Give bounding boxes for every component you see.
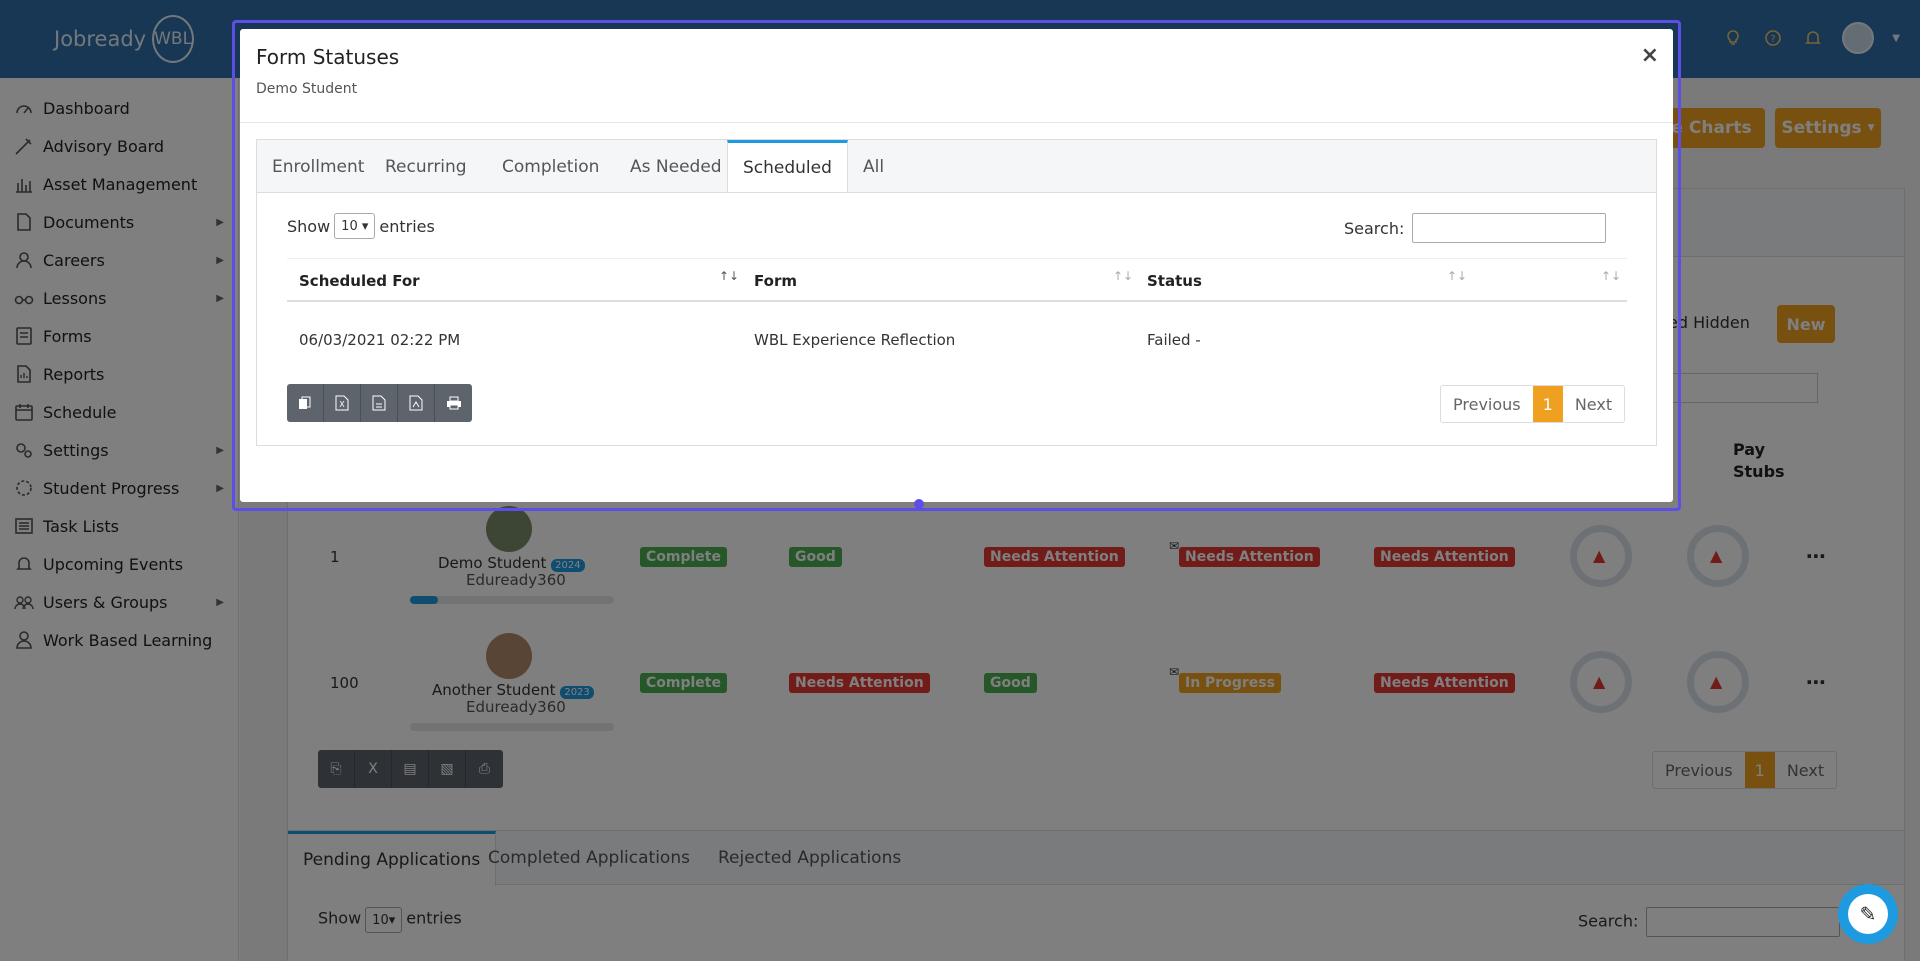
entries-control: Show 10 ▾ entries bbox=[287, 213, 435, 239]
col-status[interactable]: Status bbox=[1147, 259, 1202, 303]
sort-icon[interactable]: ↑↓ bbox=[1601, 269, 1621, 283]
entries-select[interactable]: 10 ▾ bbox=[334, 213, 376, 239]
excel-icon[interactable]: X bbox=[324, 384, 361, 422]
tab-as-needed[interactable]: As Needed bbox=[615, 140, 737, 193]
modal-tabs: Enrollment Recurring Completion As Neede… bbox=[256, 139, 1657, 194]
search-label: Search: bbox=[1344, 218, 1405, 238]
chat-icon: ✎ bbox=[1848, 894, 1888, 934]
svg-text:X: X bbox=[339, 400, 345, 409]
tab-scheduled[interactable]: Scheduled bbox=[727, 140, 848, 194]
sort-icon[interactable]: ↑↓ bbox=[1113, 269, 1133, 283]
page-1-button[interactable]: 1 bbox=[1532, 386, 1563, 422]
close-icon[interactable]: × bbox=[1641, 43, 1659, 68]
col-scheduled-for[interactable]: Scheduled For bbox=[299, 259, 420, 303]
entries-label: entries bbox=[379, 216, 435, 236]
sort-icon[interactable]: ↑↓ bbox=[1447, 269, 1467, 283]
cell-scheduled-for: 06/03/2021 02:22 PM bbox=[299, 331, 461, 349]
export-buttons: X bbox=[287, 384, 472, 422]
previous-button[interactable]: Previous bbox=[1441, 386, 1533, 422]
col-form[interactable]: Form bbox=[754, 259, 797, 303]
copy-icon[interactable] bbox=[287, 384, 324, 422]
resize-handle[interactable] bbox=[914, 499, 924, 509]
tab-completion[interactable]: Completion bbox=[487, 140, 614, 193]
cell-status: Failed - bbox=[1147, 331, 1201, 349]
search-input[interactable] bbox=[1412, 213, 1607, 243]
table-header: Scheduled For ↑↓ Form ↑↓ Status ↑↓ ↑↓ bbox=[287, 258, 1627, 302]
entries-select-value: 10 bbox=[341, 218, 358, 234]
scheduled-panel: Show 10 ▾ entries Search: Scheduled For … bbox=[256, 192, 1657, 446]
form-statuses-modal: Form Statuses Demo Student × Enrollment … bbox=[240, 29, 1673, 502]
tab-all[interactable]: All bbox=[848, 140, 899, 193]
cell-form: WBL Experience Reflection bbox=[754, 331, 956, 349]
print-icon[interactable] bbox=[435, 384, 472, 422]
csv-icon[interactable] bbox=[361, 384, 398, 422]
tab-enrollment[interactable]: Enrollment bbox=[257, 140, 379, 193]
show-label: Show bbox=[287, 216, 331, 236]
modal-title: Form Statuses bbox=[256, 45, 400, 69]
pagination: Previous 1 Next bbox=[1440, 385, 1626, 423]
search-control: Search: bbox=[1344, 213, 1607, 243]
next-button[interactable]: Next bbox=[1563, 386, 1624, 422]
modal-subtitle: Demo Student bbox=[256, 81, 358, 97]
chat-launcher-button[interactable]: ✎ bbox=[1838, 884, 1898, 944]
pdf-icon[interactable] bbox=[398, 384, 435, 422]
sort-desc-icon[interactable]: ↑↓ bbox=[719, 269, 739, 283]
divider bbox=[240, 122, 1673, 123]
tab-recurring[interactable]: Recurring bbox=[370, 140, 482, 193]
